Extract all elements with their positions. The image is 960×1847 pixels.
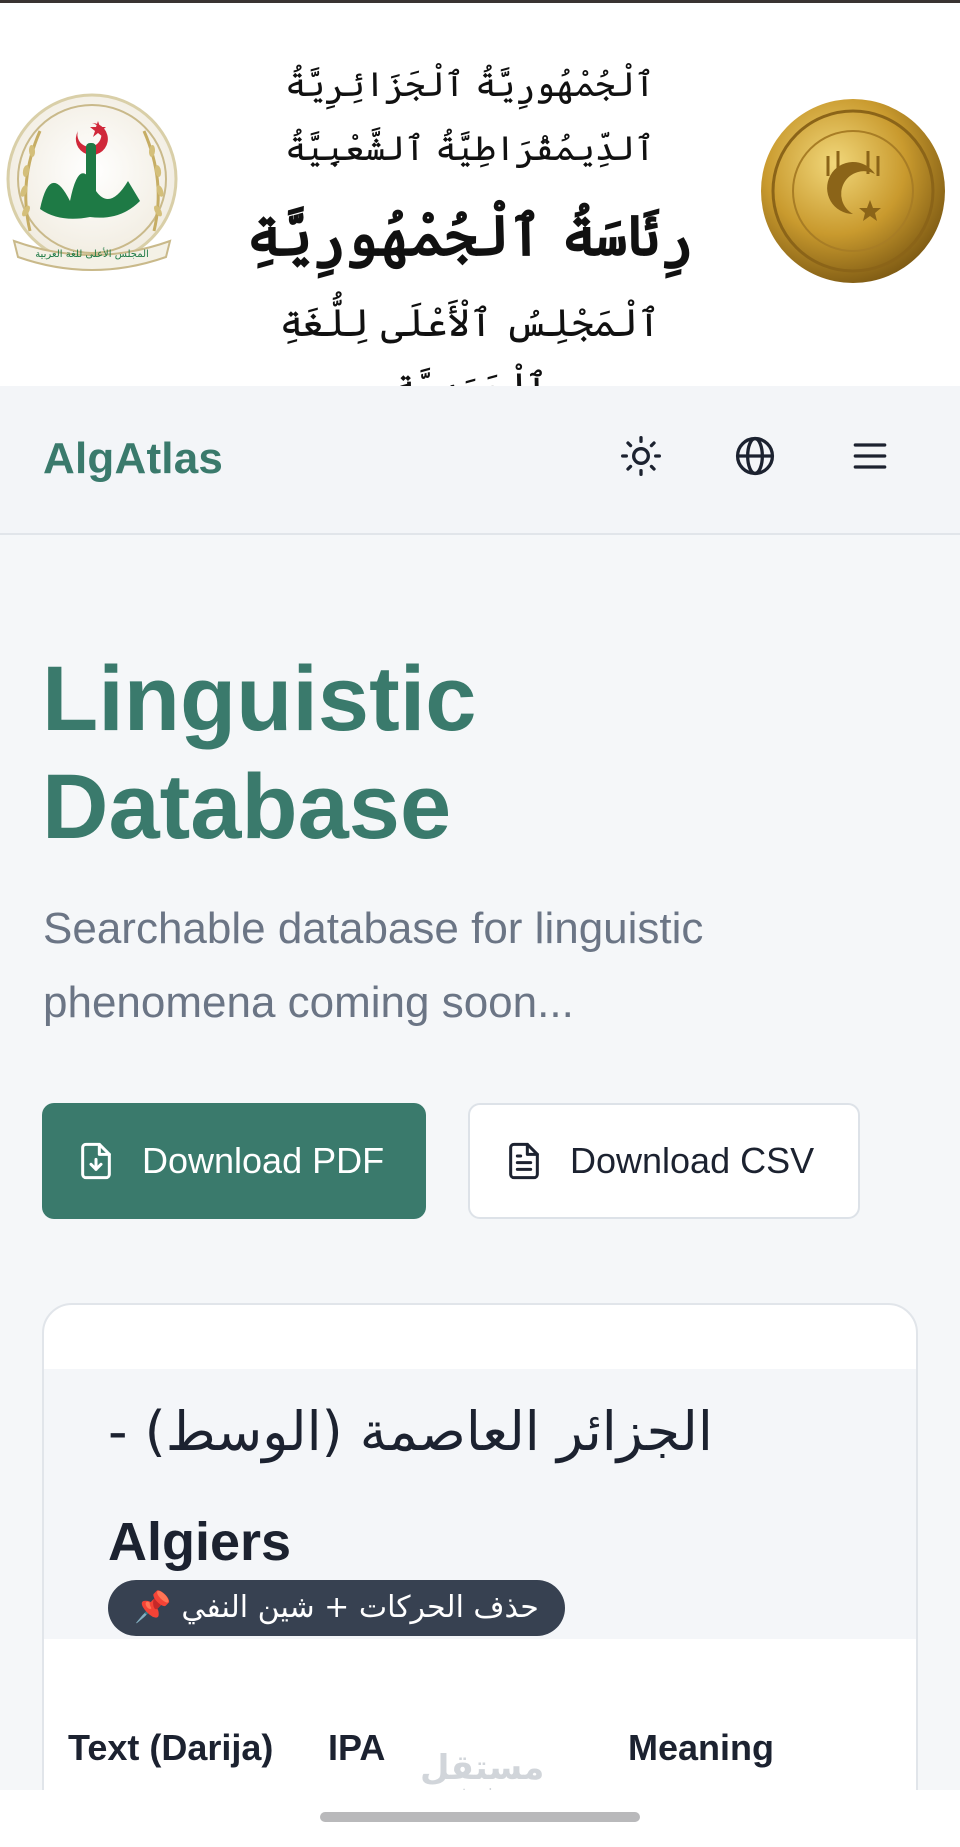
globe-icon — [735, 436, 775, 476]
official-banner: المجلس الأعلى للغة العربية ٱلْجُمْهُورِي… — [0, 3, 960, 409]
file-download-icon — [81, 1142, 111, 1180]
banner-calligraphy: ٱلْجُمْهُورِيَّةُ ٱلْجَزَائِرِيَّةُ ٱلدِ… — [200, 53, 740, 409]
menu-button[interactable] — [840, 426, 900, 486]
page: المجلس الأعلى للغة العربية ٱلْجُمْهُورِي… — [0, 0, 960, 1847]
menu-icon — [853, 443, 887, 469]
page-title: Linguistic Database — [42, 645, 922, 861]
page-subtitle: Searchable database for linguistic pheno… — [43, 904, 704, 1027]
phenomenon-badge: 📌 حذف الحركات + شين النفي — [108, 1580, 565, 1636]
page-title-line1: Linguistic — [42, 648, 477, 750]
column-header-ipa: IPA — [328, 1727, 386, 1768]
brand-logo-text[interactable]: AlgAtlas — [43, 434, 223, 484]
page-title-line2: Database — [42, 756, 452, 858]
banner-line-presidency: رِئَاسَةُ ٱلْجُمْهُورِيَّةِ — [246, 203, 694, 269]
home-indicator[interactable] — [320, 1812, 640, 1822]
emblem-ribbon-text: المجلس الأعلى للغة العربية — [35, 247, 149, 260]
algeria-seal-logo — [761, 99, 945, 283]
phenomenon-badge-label: حذف الحركات + شين النفي — [181, 1590, 539, 1625]
download-csv-button[interactable]: Download CSV — [468, 1103, 860, 1219]
region-title-arabic: الجزائر العاصمة (الوسط) - — [108, 1400, 713, 1463]
theme-toggle-button[interactable] — [611, 426, 671, 486]
column-header-meaning: Meaning — [628, 1727, 775, 1768]
file-text-icon — [509, 1142, 539, 1180]
download-pdf-button[interactable]: Download PDF — [42, 1103, 426, 1219]
site-header: AlgAtlas — [0, 386, 960, 535]
region-title: الجزائر العاصمة (الوسط) - Algiers — [108, 1377, 868, 1597]
council-emblem-logo: المجلس الأعلى للغة العربية — [6, 93, 178, 271]
watermark-arabic: مستقل — [420, 1748, 545, 1788]
pushpin-icon: 📌 — [134, 1590, 172, 1625]
sun-icon — [621, 436, 661, 476]
download-pdf-label: Download PDF — [142, 1140, 385, 1181]
column-header-text: Text (Darija) — [68, 1727, 274, 1768]
download-csv-label: Download CSV — [570, 1140, 815, 1181]
language-button[interactable] — [725, 426, 785, 486]
banner-line-republic: ٱلْجُمْهُورِيَّةُ ٱلْجَزَائِرِيَّةُ ٱلدِ… — [285, 65, 655, 169]
